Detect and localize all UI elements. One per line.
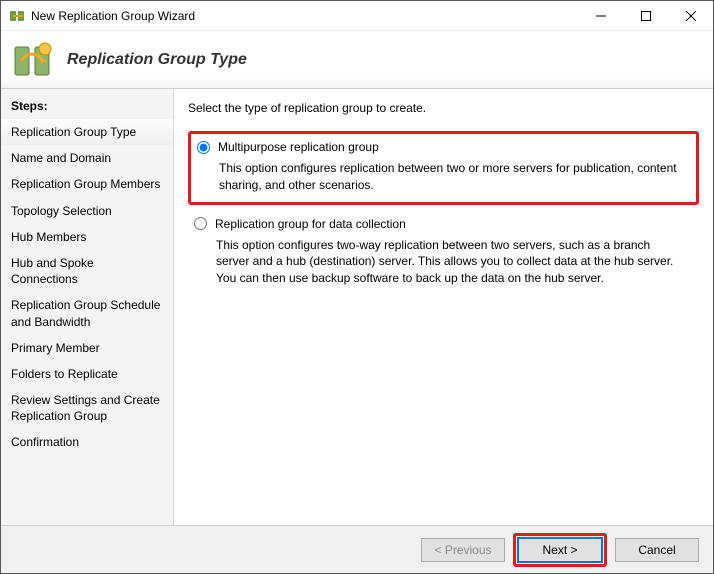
step-item[interactable]: Hub and Spoke Connections <box>1 250 173 292</box>
step-item[interactable]: Hub Members <box>1 224 173 250</box>
step-item[interactable]: Primary Member <box>1 335 173 361</box>
cancel-button[interactable]: Cancel <box>615 538 699 562</box>
wizard-footer: < Previous Next > Cancel <box>1 525 713 573</box>
step-item[interactable]: Name and Domain <box>1 145 173 171</box>
app-icon <box>9 8 25 24</box>
step-item[interactable]: Confirmation <box>1 429 173 455</box>
option-radio[interactable] <box>194 217 207 230</box>
steps-sidebar: Steps: Replication Group TypeName and Do… <box>1 89 174 525</box>
wizard-header-icon <box>11 39 53 81</box>
option-group: Replication group for data collectionThi… <box>188 211 699 295</box>
wizard-body: Steps: Replication Group TypeName and Do… <box>1 89 713 525</box>
option-header[interactable]: Multipurpose replication group <box>197 140 688 154</box>
minimize-button[interactable] <box>578 1 623 30</box>
option-description: This option configures two-way replicati… <box>194 231 674 287</box>
option-label: Replication group for data collection <box>215 217 406 231</box>
option-radio[interactable] <box>197 141 210 154</box>
step-item[interactable]: Replication Group Members <box>1 171 173 197</box>
next-button[interactable]: Next > <box>518 538 602 562</box>
option-header[interactable]: Replication group for data collection <box>194 217 691 231</box>
wizard-header: Replication Group Type <box>1 31 713 89</box>
instruction-text: Select the type of replication group to … <box>188 101 699 115</box>
previous-button[interactable]: < Previous <box>421 538 505 562</box>
window-controls <box>578 1 713 30</box>
close-button[interactable] <box>668 1 713 30</box>
step-item[interactable]: Replication Group Schedule and Bandwidth <box>1 292 173 334</box>
steps-heading: Steps: <box>1 95 173 119</box>
next-button-highlight: Next > <box>513 533 607 567</box>
page-title: Replication Group Type <box>67 51 247 69</box>
step-item[interactable]: Replication Group Type <box>1 119 173 145</box>
titlebar: New Replication Group Wizard <box>1 1 713 31</box>
option-group: Multipurpose replication groupThis optio… <box>188 131 699 205</box>
option-description: This option configures replication betwe… <box>197 154 677 194</box>
maximize-button[interactable] <box>623 1 668 30</box>
option-label: Multipurpose replication group <box>218 140 379 154</box>
step-item[interactable]: Folders to Replicate <box>1 361 173 387</box>
content-pane: Select the type of replication group to … <box>174 89 713 525</box>
step-item[interactable]: Review Settings and Create Replication G… <box>1 387 173 429</box>
step-item[interactable]: Topology Selection <box>1 198 173 224</box>
window-title: New Replication Group Wizard <box>31 9 578 23</box>
